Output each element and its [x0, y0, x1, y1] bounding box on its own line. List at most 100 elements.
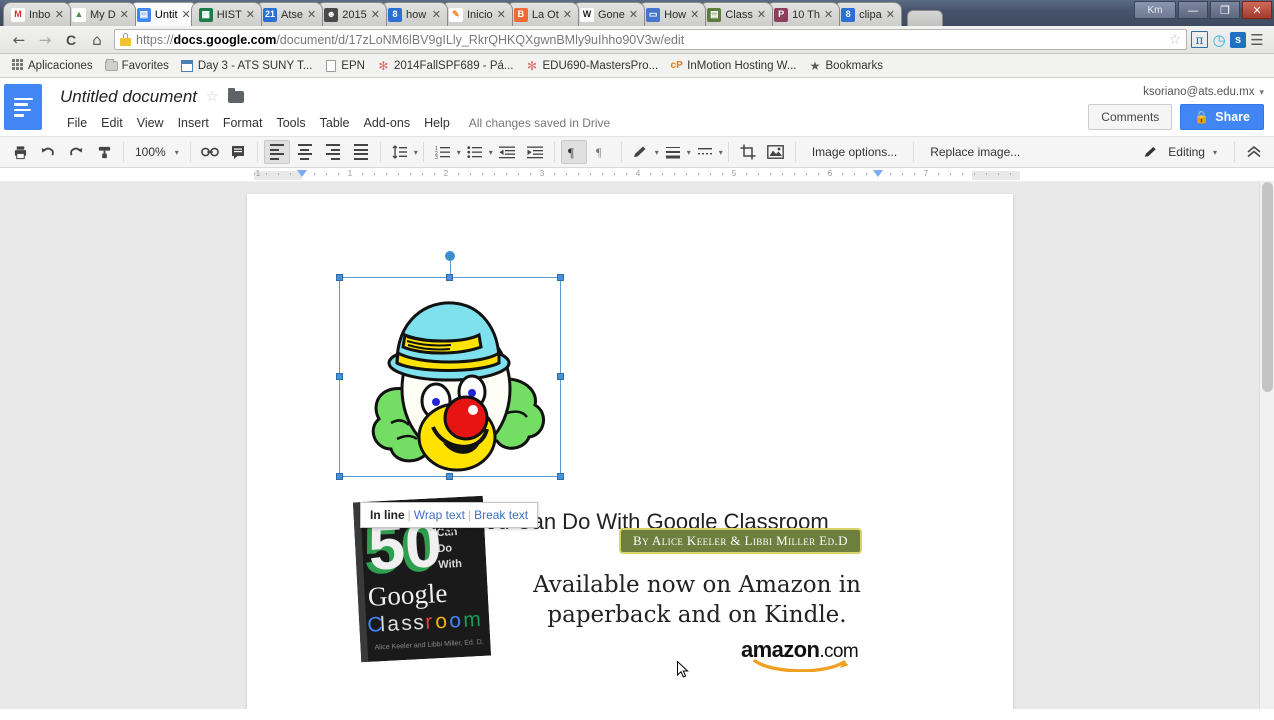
clear-formatting-icon[interactable]: ¶ — [589, 140, 615, 164]
browser-tab[interactable]: ▤ Class ✕ — [699, 2, 774, 26]
close-tab-icon[interactable]: ✕ — [120, 9, 129, 20]
bookmark-item[interactable]: Favorites — [100, 57, 174, 74]
browser-tab[interactable]: B La Ot ✕ — [505, 2, 579, 26]
close-tab-icon[interactable]: ✕ — [497, 9, 506, 20]
s-extension-icon[interactable]: s — [1230, 31, 1246, 48]
home-icon[interactable]: ⌂ — [84, 28, 110, 52]
account-chip[interactable]: ksoriano@ats.edu.mx ▾ — [1088, 86, 1264, 98]
browser-tab[interactable]: ▦ HIST ✕ — [190, 2, 263, 26]
menu-item-help[interactable]: Help — [417, 114, 457, 132]
browser-tab[interactable]: ✎ Inicio ✕ — [440, 2, 513, 26]
star-document-icon[interactable]: ☆ — [206, 89, 219, 105]
browser-tab[interactable]: 8 clipa ✕ — [833, 2, 902, 26]
vertical-scrollbar[interactable] — [1259, 182, 1274, 709]
bookmark-star-icon[interactable]: ☆ — [1162, 32, 1181, 48]
collapse-ribbon-icon[interactable] — [1241, 140, 1267, 164]
increase-indent-icon[interactable] — [522, 140, 548, 164]
close-tab-icon[interactable]: ✕ — [307, 9, 316, 20]
chevron-down-icon[interactable]: ▾ — [414, 148, 418, 157]
bookmark-item[interactable]: cP InMotion Hosting W... — [665, 57, 801, 74]
availability-text[interactable]: Available now on Amazon in paperback and… — [487, 571, 907, 631]
comments-button[interactable]: Comments — [1088, 104, 1173, 130]
menu-item-format[interactable]: Format — [216, 114, 270, 132]
menu-item-view[interactable]: View — [130, 114, 171, 132]
menu-item-edit[interactable]: Edit — [94, 114, 130, 132]
bookmark-item[interactable]: ✻ EDU690-MastersPro... — [520, 57, 663, 74]
layout-option-break-text[interactable]: Break text — [474, 508, 528, 522]
crop-image-icon[interactable] — [735, 140, 761, 164]
redo-icon[interactable] — [63, 140, 89, 164]
paragraph-mark-icon[interactable]: ¶ — [560, 140, 587, 164]
chevron-down-icon[interactable]: ▾ — [719, 148, 723, 157]
amazon-logo[interactable]: amazon.com — [741, 637, 859, 677]
browser-tab[interactable]: ☻ 2015 ✕ — [316, 2, 387, 26]
bulleted-list-icon[interactable] — [462, 140, 488, 164]
menu-item-add-ons[interactable]: Add-ons — [357, 114, 418, 132]
close-tab-icon[interactable]: ✕ — [629, 9, 638, 20]
bookmark-item[interactable]: ★ Bookmarks — [803, 57, 888, 74]
docs-logo-icon[interactable] — [4, 84, 42, 130]
menu-item-tools[interactable]: Tools — [269, 114, 312, 132]
chevron-down-icon[interactable]: ▾ — [489, 148, 493, 157]
resize-handle-bottom-right[interactable] — [557, 473, 564, 480]
address-bar[interactable]: https://docs.google.com/document/d/17zLo… — [114, 29, 1187, 50]
document-ruler[interactable]: 1 2 3 4 5 6 7 1 — [0, 168, 1274, 182]
chevron-down-icon[interactable]: ▾ — [1213, 148, 1217, 157]
align-left-icon[interactable] — [263, 140, 290, 164]
undo-icon[interactable] — [35, 140, 61, 164]
border-dash-icon[interactable] — [692, 140, 718, 164]
decrease-indent-icon[interactable] — [494, 140, 520, 164]
align-center-icon[interactable] — [292, 140, 318, 164]
maximize-button[interactable]: ❐ — [1210, 1, 1240, 19]
move-to-folder-icon[interactable] — [227, 88, 244, 103]
close-button[interactable]: ✕ — [1242, 1, 1272, 19]
menu-item-table[interactable]: Table — [313, 114, 357, 132]
resize-handle-middle-left[interactable] — [336, 373, 343, 380]
forward-arrow-icon[interactable]: → — [32, 28, 58, 52]
menu-item-file[interactable]: File — [60, 114, 94, 132]
image-selection-frame[interactable] — [336, 251, 564, 480]
resize-handle-middle-right[interactable] — [557, 373, 564, 380]
browser-tab[interactable]: M Inbo ✕ — [3, 2, 71, 26]
border-weight-icon[interactable] — [660, 140, 686, 164]
resize-handle-top-right[interactable] — [557, 274, 564, 281]
minimize-button[interactable]: — — [1178, 1, 1208, 19]
resize-handle-bottom-left[interactable] — [336, 473, 343, 480]
align-right-icon[interactable] — [320, 140, 346, 164]
left-indent-marker[interactable] — [297, 169, 307, 177]
bookmark-item[interactable]: EPN — [319, 57, 370, 74]
editing-mode-control[interactable]: Editing — [1135, 145, 1213, 160]
replace-image-button[interactable]: Replace image... — [919, 145, 1031, 159]
close-tab-icon[interactable]: ✕ — [886, 9, 895, 20]
chevron-down-icon[interactable]: ▾ — [655, 148, 659, 157]
close-tab-icon[interactable]: ✕ — [690, 9, 699, 20]
close-tab-icon[interactable]: ✕ — [824, 9, 833, 20]
back-arrow-icon[interactable]: ← — [6, 28, 32, 52]
rotate-handle[interactable] — [445, 251, 455, 261]
close-tab-icon[interactable]: ✕ — [432, 9, 441, 20]
resize-handle-top-center[interactable] — [446, 274, 453, 281]
close-tab-icon[interactable]: ✕ — [757, 9, 766, 20]
image-layout-popup[interactable]: In line | Wrap text | Break text — [360, 502, 539, 528]
image-options-button[interactable]: Image options... — [801, 145, 908, 159]
browser-tab[interactable]: ▤ Untit ✕ — [128, 2, 198, 26]
chevron-down-icon[interactable]: ▾ — [687, 148, 691, 157]
paint-format-icon[interactable] — [91, 140, 117, 164]
layout-option-wrap-text[interactable]: Wrap text — [414, 508, 465, 522]
menu-item-insert[interactable]: Insert — [171, 114, 216, 132]
close-tab-icon[interactable]: ✕ — [182, 9, 191, 20]
document-title[interactable]: Untitled document — [60, 87, 197, 107]
line-spacing-icon[interactable] — [387, 140, 413, 164]
pi-extension-icon[interactable]: π — [1191, 31, 1208, 48]
border-color-icon[interactable] — [628, 140, 654, 164]
close-tab-icon[interactable]: ✕ — [55, 9, 64, 20]
align-justify-icon[interactable] — [348, 140, 374, 164]
clock-extension-icon[interactable]: ◷ — [1208, 29, 1230, 51]
browser-tab[interactable]: W Gone ✕ — [571, 2, 646, 26]
app-switch-button[interactable]: Km — [1134, 1, 1176, 19]
resize-handle-bottom-center[interactable] — [446, 473, 453, 480]
share-button[interactable]: 🔒 Share — [1180, 104, 1264, 130]
chrome-menu-icon[interactable]: ☰ — [1246, 29, 1268, 51]
bookmark-item[interactable]: Day 3 - ATS SUNY T... — [176, 57, 317, 74]
resize-handle-top-left[interactable] — [336, 274, 343, 281]
